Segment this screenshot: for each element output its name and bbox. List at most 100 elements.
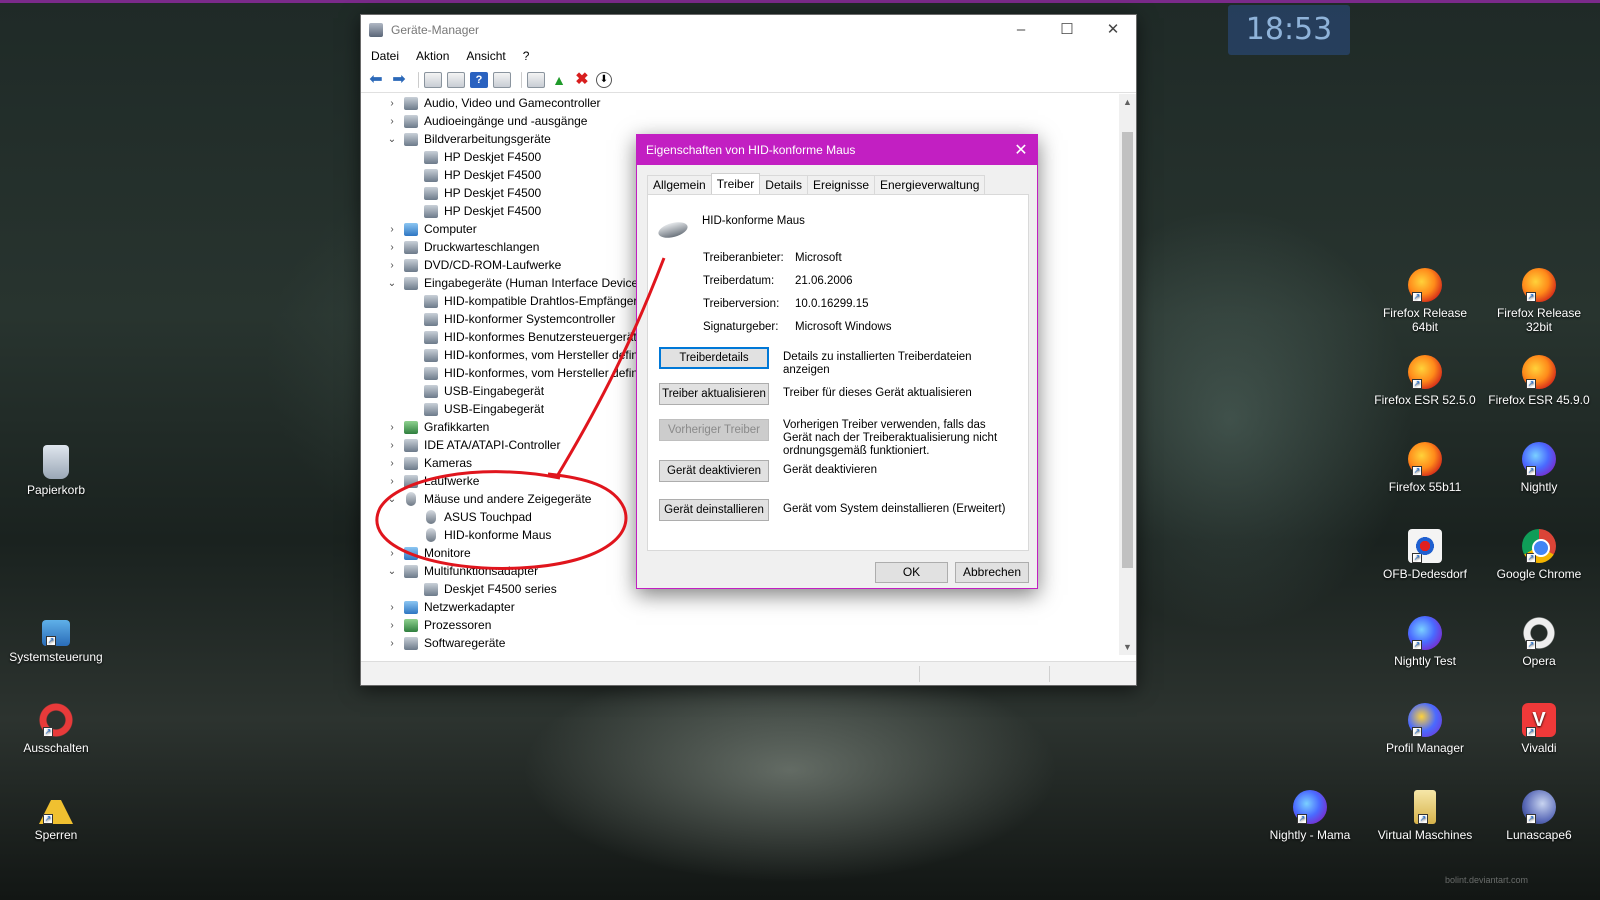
tree-category[interactable]: › Netzwerkadapter <box>362 598 1117 616</box>
tab-details[interactable]: Details <box>759 175 808 194</box>
expand-chevron-icon[interactable]: › <box>386 458 398 469</box>
toolbar-separator <box>418 71 419 88</box>
shortcut-arrow-icon: ↗ <box>1418 814 1428 824</box>
update-driver-icon[interactable]: ▲ <box>550 72 568 88</box>
tree-category[interactable]: › Audio, Video und Gamecontroller <box>362 94 1117 112</box>
tree-category[interactable]: › Softwaregeräte <box>362 634 1117 652</box>
gerät-deinstallieren-button[interactable]: Gerät deinstallieren <box>659 499 769 521</box>
desktop-icon-ofb-dedesdorf[interactable]: ↗ OFB-Dedesdorf <box>1371 529 1479 581</box>
menu-item-ansicht[interactable]: Ansicht <box>466 49 505 63</box>
expand-chevron-icon[interactable]: › <box>386 116 398 127</box>
desktop-icon-virtual-maschines[interactable]: ↗ Virtual Maschines <box>1371 790 1479 842</box>
minimize-icon[interactable]: – <box>998 15 1044 45</box>
expand-chevron-icon[interactable]: › <box>386 242 398 253</box>
device-icon <box>424 150 438 164</box>
menu-item-datei[interactable]: Datei <box>371 49 399 63</box>
expand-chevron-icon[interactable]: › <box>386 260 398 271</box>
properties-dialog[interactable]: Eigenschaften von HID-konforme Maus ✕ Al… <box>636 134 1038 589</box>
desktop-icon-label: Nightly - Mama <box>1269 828 1351 842</box>
driver-info-key: Treiberdatum: <box>703 275 775 287</box>
expand-chevron-icon[interactable]: › <box>386 476 398 487</box>
tree-label: Audioeingänge und -ausgänge <box>424 114 588 128</box>
desktop-icon-label: Firefox Release 64bit <box>1382 306 1468 334</box>
scroll-up-icon[interactable]: ▲ <box>1119 97 1136 107</box>
tree-label: Eingabegeräte (Human Interface Devices) <box>424 276 649 290</box>
tree-label: Bildverarbeitungsgeräte <box>424 132 551 146</box>
tab-allgemein[interactable]: Allgemein <box>647 175 712 194</box>
menu-item-aktion[interactable]: Aktion <box>416 49 449 63</box>
desktop-icon-profil-manager[interactable]: ↗ Profil Manager <box>1371 703 1479 755</box>
recycle-bin-icon <box>43 445 69 479</box>
scan-hardware-icon[interactable] <box>527 71 545 88</box>
driver-info-row: Treiberversion: 10.0.16299.15 <box>703 298 892 321</box>
ok-button[interactable]: OK <box>875 562 948 583</box>
uninstall-device-icon[interactable]: ✖ <box>573 71 591 88</box>
expand-chevron-icon[interactable]: › <box>386 602 398 613</box>
cancel-button[interactable]: Abbrechen <box>955 562 1029 583</box>
tree-label: Softwaregeräte <box>424 636 506 650</box>
back-arrow-icon[interactable]: ⬅ <box>367 71 385 88</box>
desktop-icon-lunascape6[interactable]: ↗ Lunascape6 <box>1485 790 1593 842</box>
help-icon[interactable]: ? <box>470 71 488 88</box>
tree-label: Monitore <box>424 546 471 560</box>
expand-chevron-icon[interactable]: › <box>386 98 398 109</box>
desktop-icon-firefox-55b11[interactable]: ↗ Firefox 55b11 <box>1371 442 1479 494</box>
show-hide-console-tree-icon[interactable] <box>424 71 442 88</box>
expand-chevron-icon[interactable]: › <box>386 548 398 559</box>
treiber-aktualisieren-button[interactable]: Treiber aktualisieren <box>659 383 769 405</box>
properties-titlebar[interactable]: Eigenschaften von HID-konforme Maus ✕ <box>637 135 1037 165</box>
close-icon[interactable]: ✕ <box>1090 15 1136 45</box>
scroll-down-icon[interactable]: ▼ <box>1119 642 1136 652</box>
tree-label: HP Deskjet F4500 <box>444 168 542 182</box>
desktop-icon-recycle-bin[interactable]: Papierkorb <box>2 445 110 497</box>
desktop-icon-nightly-test[interactable]: ↗ Nightly Test <box>1371 616 1479 668</box>
gerät-deaktivieren-button[interactable]: Gerät deaktivieren <box>659 460 769 482</box>
collapse-chevron-icon[interactable]: ⌄ <box>386 134 398 145</box>
expand-chevron-icon[interactable]: › <box>386 440 398 451</box>
desktop-icon-firefox-release-32bit[interactable]: ↗ Firefox Release 32bit <box>1485 268 1593 334</box>
desktop-icon-opera[interactable]: ↗ Opera <box>1485 616 1593 668</box>
mouse-icon <box>426 510 436 524</box>
desktop-icon-firefox-release-64bit[interactable]: ↗ Firefox Release 64bit <box>1371 268 1479 334</box>
scroll-thumb[interactable] <box>1122 132 1133 568</box>
tab-energieverwaltung[interactable]: Energieverwaltung <box>874 175 986 194</box>
desktop-icon-nightly[interactable]: ↗ Nightly <box>1485 442 1593 494</box>
expand-chevron-icon[interactable]: › <box>386 422 398 433</box>
expand-chevron-icon[interactable]: › <box>386 638 398 649</box>
device-tree-scrollbar[interactable]: ▲ ▼ <box>1119 94 1136 655</box>
desktop-icon-firefox-esr-52-5-0[interactable]: ↗ Firefox ESR 52.5.0 <box>1371 355 1479 407</box>
action-pane-icon[interactable] <box>493 71 511 88</box>
treiberdetails-button[interactable]: Treiberdetails <box>659 347 769 369</box>
device-icon <box>404 456 418 470</box>
forward-arrow-icon[interactable]: ➡ <box>390 71 408 88</box>
desktop-icon-control-panel[interactable]: ↗ Systemsteuerung <box>2 620 110 664</box>
device-icon <box>424 402 438 416</box>
desktop-icon-vivaldi[interactable]: ↗ Vivaldi <box>1485 703 1593 755</box>
maximize-icon[interactable]: ☐ <box>1044 15 1090 45</box>
collapse-chevron-icon[interactable]: ⌄ <box>386 278 398 289</box>
device-manager-titlebar[interactable]: Geräte-Manager – ☐ ✕ <box>361 15 1136 45</box>
close-icon[interactable]: ✕ <box>1005 140 1037 160</box>
collapse-chevron-icon[interactable]: ⌄ <box>386 566 398 577</box>
desktop-icon-google-chrome[interactable]: ↗ Google Chrome <box>1485 529 1593 581</box>
vorheriger-treiber-button: Vorheriger Treiber <box>659 419 769 441</box>
desktop-icon-label: Firefox Release 32bit <box>1496 306 1582 334</box>
tab-ereignisse[interactable]: Ereignisse <box>806 175 875 194</box>
disable-device-icon[interactable]: ⬇ <box>596 71 612 88</box>
desktop-icon-label: OFB-Dedesdorf <box>1382 567 1468 581</box>
properties-icon[interactable] <box>447 71 465 88</box>
expand-chevron-icon[interactable]: › <box>386 620 398 631</box>
tree-category[interactable]: › Prozessoren <box>362 616 1117 634</box>
desktop-icon-nightly-mama[interactable]: ↗ Nightly - Mama <box>1256 790 1364 842</box>
control-panel-icon: ↗ <box>42 620 70 646</box>
tab-treiber[interactable]: Treiber <box>710 173 761 194</box>
desktop-icon-firefox-esr-45-9-0[interactable]: ↗ Firefox ESR 45.9.0 <box>1485 355 1593 407</box>
menu-item-help[interactable]: ? <box>523 49 530 63</box>
expand-chevron-icon[interactable]: › <box>386 224 398 235</box>
ofb-icon: ↗ <box>1408 529 1442 563</box>
desktop-icon-lock[interactable]: ↗ Sperren <box>2 790 110 842</box>
desktop-icon-shutdown[interactable]: ↗ Ausschalten <box>2 703 110 755</box>
collapse-chevron-icon[interactable]: ⌄ <box>386 494 398 505</box>
wallpaper-watermark: bolint.deviantart.com <box>1445 875 1529 885</box>
tree-category[interactable]: › Audioeingänge und -ausgänge <box>362 112 1117 130</box>
